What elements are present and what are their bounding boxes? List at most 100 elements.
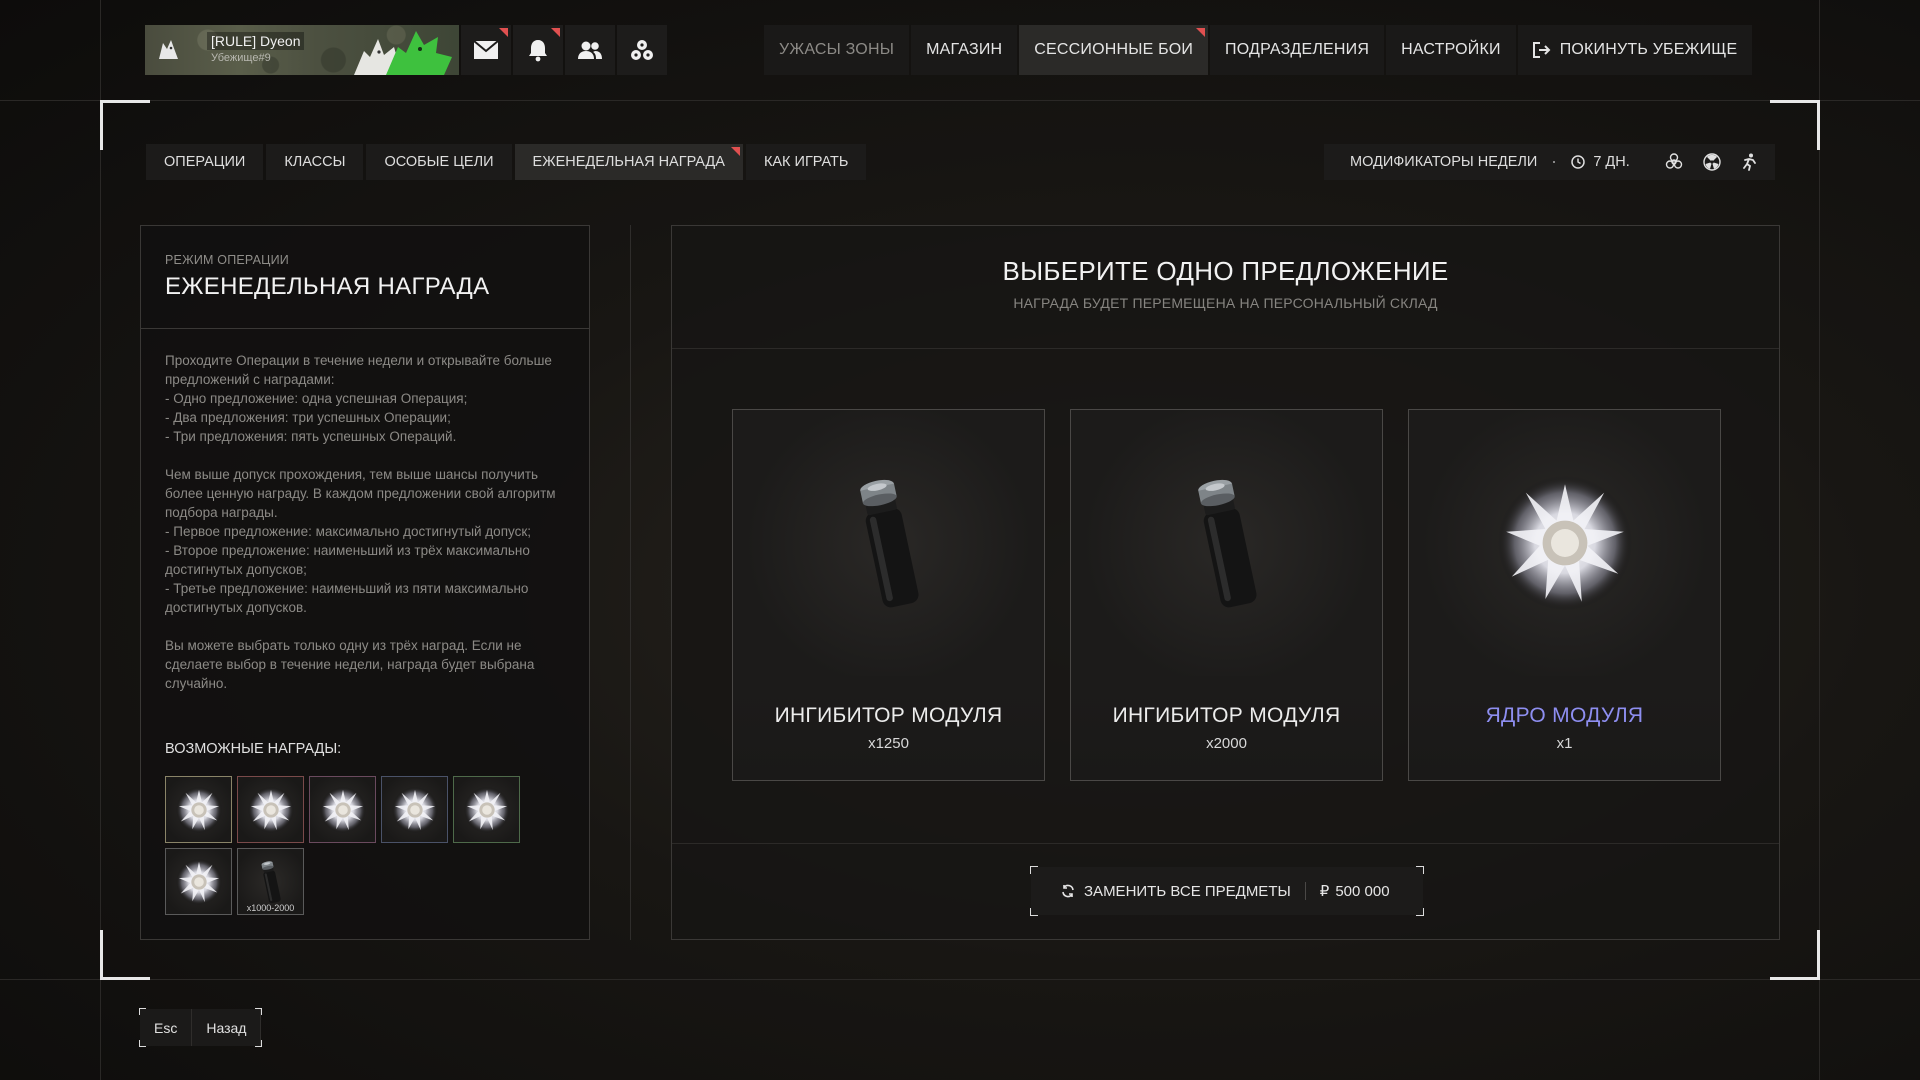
ruble-icon: ₽	[1319, 883, 1330, 900]
possible-reward-item[interactable]	[381, 776, 448, 843]
offers-subtitle: НАГРАДА БУДЕТ ПЕРЕМЕЩЕНА НА ПЕРСОНАЛЬНЫЙ…	[1013, 295, 1438, 311]
bracket-corner	[1030, 866, 1038, 874]
tab-label: КАК ИГРАТЬ	[763, 154, 849, 170]
friends-icon	[578, 41, 602, 59]
possible-rewards-label: ВОЗМОЖНЫЕ НАГРАДЫ:	[165, 741, 342, 757]
modifier-runner[interactable]	[1734, 144, 1766, 180]
reward-qty: x1000-2000	[246, 903, 295, 913]
bracket-corner	[139, 1008, 146, 1015]
profile-banner[interactable]: [RULE] Dyeon Убежище#9	[145, 25, 459, 75]
bracket-corner	[139, 1040, 146, 1047]
offer-image	[1409, 410, 1720, 676]
module-inhibitor-icon	[859, 479, 919, 608]
tab-label: ОПЕРАЦИИ	[164, 154, 246, 170]
nav-squads[interactable]: ПОДРАЗДЕЛЕНИЯ	[1210, 25, 1385, 75]
nav-shop[interactable]: МАГАЗИН	[911, 25, 1018, 75]
offer-card[interactable]: ИНГИБИТОР МОДУЛЯ x1250	[732, 409, 1045, 781]
friends-button[interactable]	[565, 25, 615, 75]
tab-label: ЕЖЕНЕДЕЛЬНАЯ НАГРАДА	[532, 154, 725, 170]
bracket-corner	[255, 1040, 263, 1047]
player-name: [RULE] Dyeon	[207, 32, 305, 50]
panel-title: ЕЖЕНЕДЕЛЬНАЯ НАГРАДА	[165, 273, 490, 300]
group-button[interactable]	[617, 25, 667, 75]
exit-icon	[1532, 42, 1551, 58]
back-hotkey[interactable]: Esc Назад	[139, 1008, 263, 1047]
possible-reward-item[interactable]	[165, 776, 232, 843]
runner-icon	[1742, 153, 1756, 171]
tab-classes[interactable]: КЛАССЫ	[266, 144, 364, 180]
session-notification-marker	[1196, 28, 1206, 37]
tab-label: КЛАССЫ	[284, 154, 346, 170]
offers-panel: ВЫБЕРИТЕ ОДНО ПРЕДЛОЖЕНИЕ НАГРАДА БУДЕТ …	[671, 225, 1780, 940]
frame-line-bottom	[0, 979, 1920, 980]
replace-label: ЗАМЕНИТЬ ВСЕ ПРЕДМЕТЫ	[1084, 882, 1291, 900]
module-core-icon	[247, 786, 294, 833]
possible-reward-item[interactable]	[165, 848, 232, 915]
offer-qty: x2000	[1206, 735, 1247, 752]
description-paragraph: Чем выше допуск прохождения, тем выше ша…	[165, 467, 556, 615]
offer-name: ИНГИБИТОР МОДУЛЯ	[1112, 704, 1341, 727]
description-paragraph: Проходите Операции в течение недели и от…	[165, 353, 552, 444]
possible-reward-item[interactable]	[309, 776, 376, 843]
tab-label: ОСОБЫЕ ЦЕЛИ	[384, 154, 494, 170]
nav-session-battles[interactable]: СЕССИОННЫЕ БОИ	[1019, 25, 1209, 75]
operation-tabs: ОПЕРАЦИИ КЛАССЫ ОСОБЫЕ ЦЕЛИ ЕЖЕНЕДЕЛЬНАЯ…	[146, 144, 867, 180]
mode-label: РЕЖИМ ОПЕРАЦИИ	[165, 253, 289, 267]
nav-leave-shelter[interactable]: ПОКИНУТЬ УБЕЖИЩЕ	[1517, 25, 1753, 75]
biohazard-icon	[1665, 153, 1682, 169]
refresh-icon	[1062, 884, 1074, 898]
modifier-biohazard[interactable]	[1658, 144, 1690, 180]
weekly-modifiers-bar: МОДИФИКАТОРЫ НЕДЕЛИ 7 ДН.	[1324, 144, 1775, 180]
possible-reward-item[interactable]	[237, 776, 304, 843]
module-core-icon	[175, 858, 222, 905]
offer-name: ИНГИБИТОР МОДУЛЯ	[774, 704, 1003, 727]
offer-name: ЯДРО МОДУЛЯ	[1485, 704, 1644, 727]
separator	[1304, 882, 1306, 900]
offer-cards: ИНГИБИТОР МОДУЛЯ x1250 ИНГИБИТОР МОДУЛЯ x20…	[732, 409, 1721, 781]
replace-all-button[interactable]: ЗАМЕНИТЬ ВСЕ ПРЕДМЕТЫ ₽ 500 000	[1030, 866, 1424, 916]
clan-emblem-icon	[159, 40, 178, 59]
nav-label: НАСТРОЙКИ	[1401, 41, 1501, 58]
top-navigation: УЖАСЫ ЗОНЫ МАГАЗИН СЕССИОННЫЕ БОИ ПОДРАЗ…	[764, 25, 1753, 75]
mail-notification-marker	[499, 28, 508, 37]
esc-key: Esc	[140, 1009, 193, 1046]
offer-image	[1071, 410, 1382, 676]
bracket-corner	[1416, 908, 1424, 916]
nav-label: УЖАСЫ ЗОНЫ	[779, 41, 895, 58]
frame-corner-tr	[1770, 100, 1820, 150]
nav-label: МАГАЗИН	[926, 41, 1003, 58]
weekly-reward-info-panel: РЕЖИМ ОПЕРАЦИИ ЕЖЕНЕДЕЛЬНАЯ НАГРАДА Прох…	[140, 225, 590, 940]
possible-reward-item[interactable]	[453, 776, 520, 843]
bracket-corner	[1416, 866, 1424, 874]
info-header: РЕЖИМ ОПЕРАЦИИ ЕЖЕНЕДЕЛЬНАЯ НАГРАДА	[141, 226, 589, 329]
back-label: Назад	[192, 1009, 262, 1046]
offers-title: ВЫБЕРИТЕ ОДНО ПРЕДЛОЖЕНИЕ	[1002, 256, 1449, 286]
possible-reward-item[interactable]: x1000-2000	[237, 848, 304, 915]
offer-qty: x1250	[868, 735, 909, 752]
tab-how-to-play[interactable]: КАК ИГРАТЬ	[745, 144, 867, 180]
green-wolf-icon	[386, 31, 452, 75]
modifier-radiation[interactable]	[1696, 144, 1728, 180]
weekly-reward-notification-marker	[730, 147, 740, 156]
module-core-icon	[175, 786, 222, 833]
tab-special-goals[interactable]: ОСОБЫЕ ЦЕЛИ	[366, 144, 512, 180]
tab-operations[interactable]: ОПЕРАЦИИ	[146, 144, 264, 180]
bell-icon	[529, 40, 547, 62]
mail-button[interactable]	[461, 25, 511, 75]
offer-card[interactable]: ЯДРО МОДУЛЯ x1	[1408, 409, 1721, 781]
nav-settings[interactable]: НАСТРОЙКИ	[1386, 25, 1516, 75]
group-icon	[631, 40, 653, 60]
frame-corner-tl	[100, 100, 150, 150]
nav-zone-horrors[interactable]: УЖАСЫ ЗОНЫ	[764, 25, 910, 75]
tab-weekly-reward[interactable]: ЕЖЕНЕДЕЛЬНАЯ НАГРАДА	[514, 144, 743, 180]
offer-card[interactable]: ИНГИБИТОР МОДУЛЯ x2000	[1070, 409, 1383, 781]
nav-label: ПОДРАЗДЕЛЕНИЯ	[1225, 41, 1370, 58]
module-core-icon	[1497, 475, 1632, 611]
separator-dot	[1553, 161, 1556, 163]
notifications-button[interactable]	[513, 25, 563, 75]
clock-icon	[1571, 155, 1586, 169]
module-core-icon	[319, 786, 366, 833]
modifiers-label: МОДИФИКАТОРЫ НЕДЕЛИ	[1350, 154, 1538, 170]
bracket-corner	[255, 1008, 263, 1015]
bell-notification-marker	[551, 28, 560, 37]
